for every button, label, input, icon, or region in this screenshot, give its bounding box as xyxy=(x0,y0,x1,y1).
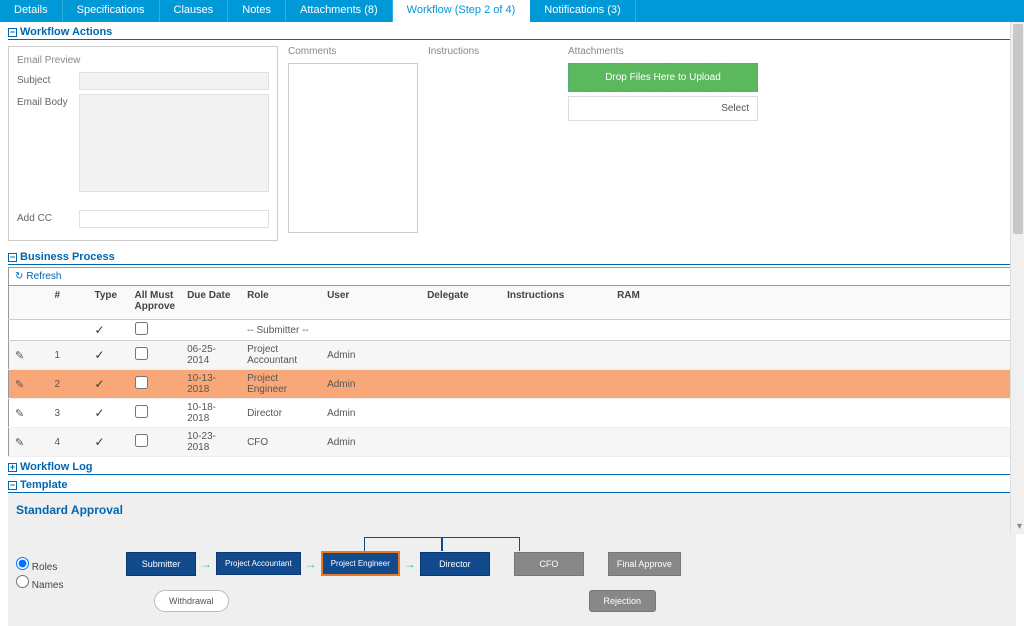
table-row[interactable]: ✎ 3 ✓ 10-18-2018 Director Admin xyxy=(9,399,1016,428)
col-ram[interactable]: RAM xyxy=(611,286,1015,320)
email-preview-panel: Email Preview Subject Email Body Add CC xyxy=(8,46,278,241)
table-row[interactable]: ✎ 1 ✓ 06-25-2014 Project Accountant Admi… xyxy=(9,341,1016,370)
col-num[interactable]: # xyxy=(49,286,89,320)
check-icon: ✓ xyxy=(95,377,105,391)
refresh-icon: ↻ xyxy=(15,271,23,282)
collapse-icon[interactable]: − xyxy=(8,28,17,37)
select-file-button[interactable]: Select xyxy=(568,96,758,121)
addcc-input[interactable] xyxy=(79,210,269,228)
flow-box-project-accountant[interactable]: Project Accountant xyxy=(216,552,301,575)
col-due[interactable]: Due Date xyxy=(181,286,241,320)
email-preview-label: Email Preview xyxy=(17,55,269,66)
must-approve-all-checkbox[interactable] xyxy=(135,322,148,335)
comments-textarea[interactable] xyxy=(288,63,418,233)
refresh-button[interactable]: ↻ Refresh xyxy=(8,267,1016,285)
subject-input[interactable] xyxy=(79,72,269,90)
workflow-diagram: Submitter → Project Accountant → Project… xyxy=(126,531,1008,576)
filter-row: ✓ -- Submitter -- xyxy=(9,320,1016,341)
subject-label: Subject xyxy=(17,72,79,86)
arrow-icon: → xyxy=(305,557,317,571)
instructions-panel: Instructions xyxy=(428,46,558,241)
template-section: − Template xyxy=(8,479,1016,493)
table-row[interactable]: ✎ 2 ✓ 10-13-2018 Project Engineer Admin xyxy=(9,370,1016,399)
col-instr[interactable]: Instructions xyxy=(501,286,611,320)
collapse-icon[interactable]: − xyxy=(8,253,17,262)
radio-roles[interactable]: Roles xyxy=(16,557,126,573)
workflow-log-section: + Workflow Log xyxy=(8,461,1016,475)
template-title: Standard Approval xyxy=(16,503,1008,517)
instructions-label: Instructions xyxy=(428,46,558,57)
table-row[interactable]: ✎ 4 ✓ 10-23-2018 CFO Admin xyxy=(9,428,1016,457)
rejection-button[interactable]: Rejection xyxy=(589,590,657,612)
workflow-actions-section: − Workflow Actions Email Preview Subject… xyxy=(8,26,1016,247)
flow-box-cfo[interactable]: CFO xyxy=(514,552,584,576)
radio-names[interactable]: Names xyxy=(16,575,126,591)
section-title: Workflow Actions xyxy=(20,26,112,38)
tab-workflow[interactable]: Workflow (Step 2 of 4) xyxy=(393,0,531,22)
must-approve-checkbox[interactable] xyxy=(135,405,148,418)
attachments-label: Attachments xyxy=(568,46,758,57)
check-icon: ✓ xyxy=(95,348,105,362)
withdrawal-button[interactable]: Withdrawal xyxy=(154,590,229,612)
must-approve-checkbox[interactable] xyxy=(135,376,148,389)
loopback-arrow xyxy=(364,537,442,551)
section-title: Template xyxy=(20,479,67,491)
comments-label: Comments xyxy=(288,46,418,57)
arrow-icon: → xyxy=(404,557,416,571)
tab-notes[interactable]: Notes xyxy=(228,0,286,22)
attachments-panel: Attachments Drop Files Here to Upload Se… xyxy=(568,46,758,241)
addcc-label: Add CC xyxy=(17,210,79,224)
check-icon: ✓ xyxy=(95,435,105,449)
must-approve-checkbox[interactable] xyxy=(135,347,148,360)
arrow-icon: → xyxy=(200,557,212,571)
vertical-scrollbar[interactable] xyxy=(1010,22,1024,534)
loopback-arrow xyxy=(442,537,520,551)
body-label: Email Body xyxy=(17,94,79,108)
tab-notifications[interactable]: Notifications (3) xyxy=(530,0,635,22)
check-icon: ✓ xyxy=(95,323,105,337)
collapse-icon[interactable]: − xyxy=(8,481,17,490)
edit-icon[interactable]: ✎ xyxy=(15,408,24,420)
expand-icon[interactable]: + xyxy=(8,463,17,472)
comments-panel: Comments xyxy=(288,46,418,241)
col-user[interactable]: User xyxy=(321,286,421,320)
flow-box-submitter[interactable]: Submitter xyxy=(126,552,196,576)
col-delegate[interactable]: Delegate xyxy=(421,286,501,320)
edit-icon[interactable]: ✎ xyxy=(15,437,24,449)
dropzone[interactable]: Drop Files Here to Upload xyxy=(568,63,758,92)
tab-bar: Details Specifications Clauses Notes Att… xyxy=(0,0,1024,22)
flow-box-project-engineer[interactable]: Project Engineer xyxy=(321,551,400,576)
filter-role: -- Submitter -- xyxy=(241,320,321,341)
check-icon: ✓ xyxy=(95,406,105,420)
flow-box-final-approve[interactable]: Final Approve xyxy=(608,552,681,576)
flow-box-director[interactable]: Director xyxy=(420,552,490,576)
edit-icon[interactable]: ✎ xyxy=(15,350,24,362)
tab-details[interactable]: Details xyxy=(0,0,63,22)
body-textarea[interactable] xyxy=(79,94,269,192)
business-process-section: − Business Process ↻ Refresh # Type All … xyxy=(8,251,1016,457)
tab-attachments[interactable]: Attachments (8) xyxy=(286,0,393,22)
template-body: Standard Approval Roles Names Submitter … xyxy=(8,493,1016,626)
col-must[interactable]: All Must Approve xyxy=(129,286,182,320)
edit-icon[interactable]: ✎ xyxy=(15,379,24,391)
section-title: Workflow Log xyxy=(20,461,93,473)
col-edit xyxy=(9,286,49,320)
section-title: Business Process xyxy=(20,251,115,263)
must-approve-checkbox[interactable] xyxy=(135,434,148,447)
business-process-table: # Type All Must Approve Due Date Role Us… xyxy=(8,285,1016,457)
tab-specifications[interactable]: Specifications xyxy=(63,0,160,22)
scroll-thumb[interactable] xyxy=(1013,24,1023,234)
col-type[interactable]: Type xyxy=(89,286,129,320)
col-role[interactable]: Role xyxy=(241,286,321,320)
chevron-down-icon[interactable]: ▾ xyxy=(1017,521,1022,532)
tab-clauses[interactable]: Clauses xyxy=(160,0,229,22)
